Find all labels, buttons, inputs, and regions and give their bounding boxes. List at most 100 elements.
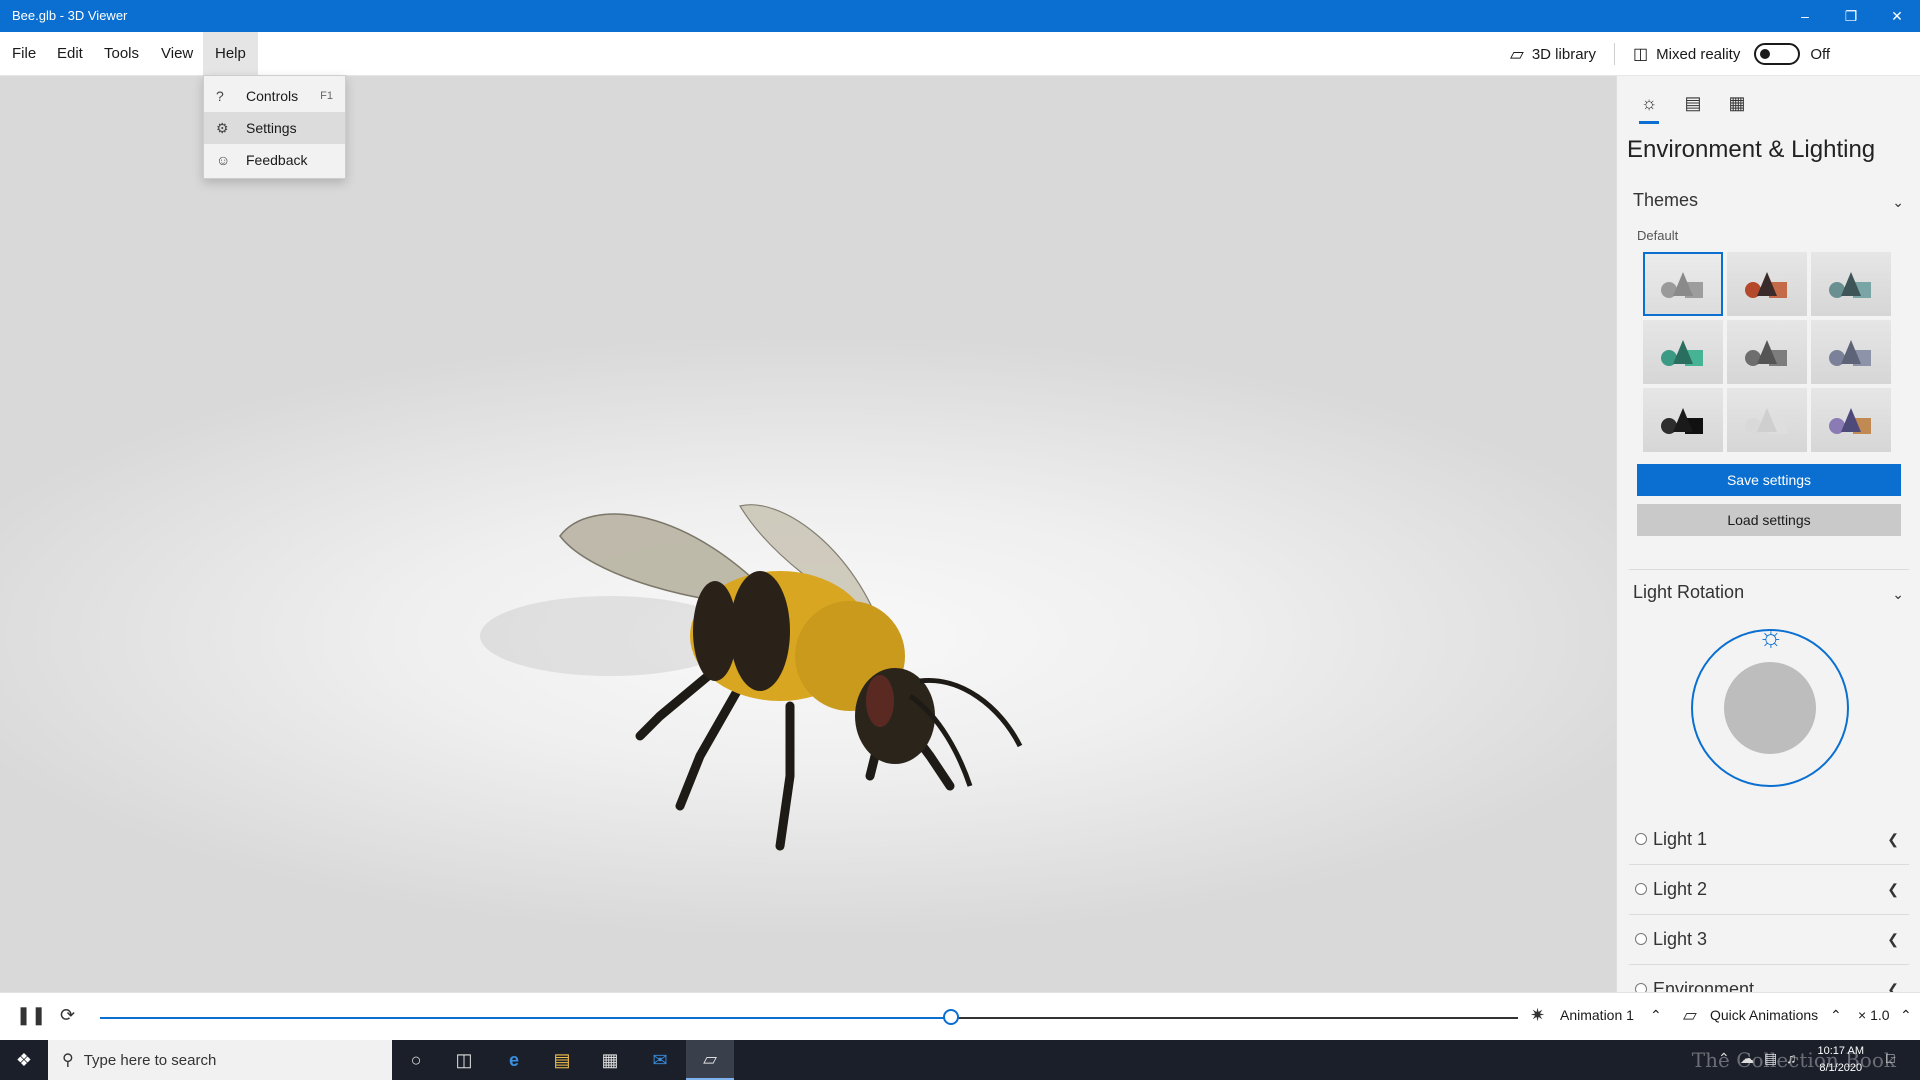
environment-radio[interactable] <box>1635 983 1647 992</box>
menu-file[interactable]: File <box>0 32 48 76</box>
quick-animations-button[interactable]: Quick Animations <box>1710 1007 1818 1023</box>
close-icon[interactable]: ✕ <box>1874 0 1920 32</box>
notification-icon[interactable]: □ <box>1886 1050 1894 1066</box>
volume-icon[interactable]: ♫ <box>1786 1050 1797 1066</box>
cortana-icon[interactable]: ○ <box>392 1040 440 1080</box>
task-view-icon[interactable]: ◫ <box>440 1040 488 1080</box>
clock-date: 8/1/2020 <box>1819 1062 1863 1074</box>
light-3-radio[interactable] <box>1635 933 1647 945</box>
animation-timeline[interactable] <box>100 1017 1518 1019</box>
save-settings-button[interactable]: Save settings <box>1637 464 1901 496</box>
menu-tools[interactable]: Tools <box>92 32 151 76</box>
3d-library-button[interactable]: 3D library <box>1532 46 1596 63</box>
animation-select[interactable]: Animation 1 <box>1560 1007 1634 1023</box>
search-placeholder: Type here to search <box>83 1051 217 1069</box>
tab-lighting-sun-icon[interactable]: ☼ <box>1627 86 1671 124</box>
theme-cone <box>1757 408 1777 432</box>
theme-default-label: Default <box>1637 228 1679 243</box>
chevron-up-icon[interactable]: ⌃ <box>1830 1007 1842 1024</box>
light-rotation-dial[interactable] <box>1691 629 1849 787</box>
chevron-left-icon[interactable]: ❮ <box>1887 931 1899 948</box>
chevron-left-icon[interactable]: ❮ <box>1887 981 1899 992</box>
tab-stats-icon[interactable]: ▤ <box>1671 86 1715 120</box>
bee-model[interactable] <box>0 76 1616 992</box>
chevron-up-icon[interactable]: ⌃ <box>1718 1050 1730 1067</box>
chevron-up-icon[interactable]: ⌃ <box>1650 1007 1662 1024</box>
help-menu-settings-label: Settings <box>246 120 297 136</box>
3d-viewport[interactable] <box>0 76 1616 992</box>
theme-tile[interactable] <box>1727 320 1807 384</box>
network-icon[interactable]: ▤ <box>1764 1050 1777 1067</box>
light-row-3[interactable]: Light 3 ❮ <box>1629 915 1909 965</box>
loop-icon[interactable]: ⟳ <box>60 1005 75 1026</box>
light-row-1[interactable]: Light 1 ❮ <box>1629 815 1909 865</box>
mail-icon[interactable]: ✉ <box>636 1040 684 1080</box>
menu-view[interactable]: View <box>149 32 205 76</box>
light-rotation-sphere[interactable] <box>1724 662 1816 754</box>
light-2-radio[interactable] <box>1635 883 1647 895</box>
theme-grid <box>1643 252 1893 452</box>
light-3-label: Light 3 <box>1653 929 1708 949</box>
theme-tile[interactable] <box>1811 320 1891 384</box>
restore-icon[interactable]: ❐ <box>1828 0 1874 32</box>
themes-heading[interactable]: Themes <box>1633 190 1698 211</box>
theme-tile[interactable] <box>1811 252 1891 316</box>
chevron-left-icon[interactable]: ❮ <box>1887 831 1899 848</box>
light-1-radio[interactable] <box>1635 833 1647 845</box>
theme-cone <box>1757 272 1777 296</box>
chevron-down-icon[interactable]: ⌄ <box>1892 194 1904 211</box>
shortcut-label: F1 <box>320 90 333 102</box>
quick-animations-icon: ▱ <box>1683 1005 1697 1025</box>
taskbar: ❖ ⚲ Type here to search ○ ◫ e ▤ ▦ ✉ ▱ Th… <box>0 1040 1920 1080</box>
chevron-up-icon[interactable]: ⌃ <box>1900 1007 1912 1024</box>
timeline-thumb[interactable] <box>943 1009 959 1025</box>
theme-tile[interactable] <box>1643 252 1723 316</box>
theme-tile[interactable] <box>1727 252 1807 316</box>
panel-tabs: ☼ ▤ ▦ <box>1627 86 1759 124</box>
theme-tile[interactable] <box>1727 388 1807 452</box>
theme-tile[interactable] <box>1643 388 1723 452</box>
gear-icon: ⚙ <box>216 119 229 136</box>
cube-icon[interactable]: ▱ <box>1510 44 1524 65</box>
environment-label: Environment <box>1653 979 1755 992</box>
theme-cone <box>1841 408 1861 432</box>
theme-tile[interactable] <box>1643 320 1723 384</box>
mixed-reality-state: Off <box>1810 45 1831 63</box>
menu-bar: File Edit Tools View Help ▱ 3D library ◫… <box>0 32 1920 76</box>
minimize-icon[interactable]: – <box>1782 0 1828 32</box>
3d-viewer-taskbar-icon[interactable]: ▱ <box>686 1040 734 1080</box>
load-settings-button[interactable]: Load settings <box>1637 504 1901 536</box>
windows-start-icon[interactable]: ❖ <box>0 1040 48 1080</box>
animation-icon: ✷ <box>1530 1005 1546 1025</box>
menu-help[interactable]: Help <box>203 32 258 76</box>
tab-grid-icon[interactable]: ▦ <box>1715 86 1759 120</box>
question-icon: ? <box>216 88 224 104</box>
light-row-2[interactable]: Light 2 ❮ <box>1629 865 1909 915</box>
chevron-left-icon[interactable]: ❮ <box>1887 881 1899 898</box>
mixed-reality-label: Mixed reality <box>1656 45 1741 63</box>
pause-icon[interactable]: ❚❚ <box>16 1005 46 1026</box>
edge-icon[interactable]: e <box>490 1040 538 1080</box>
speed-select[interactable]: × 1.0 <box>1858 1007 1890 1023</box>
taskbar-clock[interactable]: 10:17 AM 8/1/2020 <box>1818 1043 1864 1077</box>
theme-tile[interactable] <box>1811 388 1891 452</box>
help-menu-feedback[interactable]: ☺ Feedback <box>204 144 345 176</box>
divider <box>1629 569 1909 570</box>
onedrive-icon[interactable]: ☁ <box>1740 1050 1754 1067</box>
theme-cone <box>1757 340 1777 364</box>
mixed-reality-toggle[interactable] <box>1754 43 1801 65</box>
store-icon[interactable]: ▦ <box>586 1040 634 1080</box>
theme-cone <box>1673 340 1693 364</box>
light-rotation-heading[interactable]: Light Rotation <box>1633 582 1744 603</box>
help-menu-dropdown: ? Controls F1 ⚙ Settings ☺ Feedback <box>203 75 346 179</box>
help-menu-controls[interactable]: ? Controls F1 <box>204 80 345 112</box>
file-explorer-icon[interactable]: ▤ <box>538 1040 586 1080</box>
light-row-environment[interactable]: Environment ❮ <box>1629 965 1909 992</box>
theme-cone <box>1673 408 1693 432</box>
chevron-down-icon[interactable]: ⌄ <box>1892 586 1904 603</box>
taskbar-search[interactable]: ⚲ Type here to search <box>48 1040 392 1080</box>
help-menu-settings[interactable]: ⚙ Settings <box>204 112 345 144</box>
theme-cone <box>1841 272 1861 296</box>
menu-edit[interactable]: Edit <box>45 32 95 76</box>
feedback-icon: ☺ <box>216 152 231 168</box>
